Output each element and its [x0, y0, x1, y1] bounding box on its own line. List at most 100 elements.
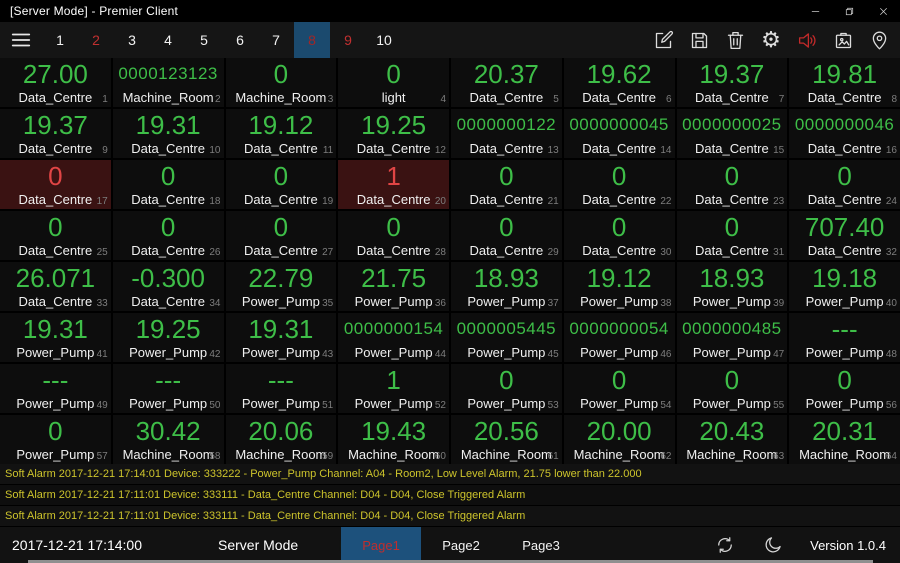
alarm-row-2[interactable]: Soft Alarm 2017-12-21 17:11:01 Device: 3… [0, 485, 900, 506]
trash-icon[interactable] [724, 29, 746, 51]
minimize-button[interactable] [798, 0, 832, 22]
grid-cell-61[interactable]: 20.56 Machine_Room 61 [451, 415, 562, 464]
location-icon[interactable] [868, 29, 890, 51]
grid-cell-43[interactable]: 19.31 Power_Pump 43 [225, 313, 337, 362]
alarm-row-3[interactable]: Soft Alarm 2017-12-21 17:11:01 Device: 3… [0, 506, 900, 527]
cell-index: 18 [209, 196, 221, 207]
grid-cell-46[interactable]: 0000000054 Power_Pump 46 [563, 313, 675, 362]
grid-cell-7[interactable]: 19.37 Data_Centre 7 [676, 58, 788, 107]
nav-page-1[interactable]: 1 [42, 22, 78, 58]
grid-cell-31[interactable]: 0 Data_Centre 31 [676, 211, 788, 260]
cell-footer: Power_Pump 52 [338, 395, 449, 412]
grid-cell-55[interactable]: 0 Power_Pump 55 [676, 364, 788, 413]
grid-cell-57[interactable]: 0 Power_Pump 57 [0, 415, 111, 464]
grid-cell-33[interactable]: 26.071 Data_Centre 33 [0, 262, 111, 311]
close-button[interactable] [866, 0, 900, 22]
grid-cell-62[interactable]: 20.00 Machine_Room 62 [563, 415, 675, 464]
tab-page3[interactable]: Page3 [501, 527, 581, 563]
grid-cell-54[interactable]: 0 Power_Pump 54 [563, 364, 675, 413]
grid-cell-32[interactable]: 707.40 Data_Centre 32 [789, 211, 900, 260]
grid-cell-5[interactable]: 20.37 Data_Centre 5 [451, 58, 562, 107]
grid-cell-60[interactable]: 19.43 Machine_Room 60 [338, 415, 449, 464]
grid-cell-35[interactable]: 22.79 Power_Pump 35 [225, 262, 337, 311]
grid-cell-25[interactable]: 0 Data_Centre 25 [0, 211, 111, 260]
grid-cell-53[interactable]: 0 Power_Pump 53 [451, 364, 562, 413]
grid-cell-36[interactable]: 21.75 Power_Pump 36 [338, 262, 449, 311]
sync-button[interactable] [714, 534, 736, 556]
grid-cell-45[interactable]: 0000005445 Power_Pump 45 [451, 313, 562, 362]
grid-cell-56[interactable]: 0 Power_Pump 56 [789, 364, 900, 413]
edit-icon[interactable] [652, 29, 674, 51]
nav-page-7[interactable]: 7 [258, 22, 294, 58]
grid-cell-47[interactable]: 0000000485 Power_Pump 47 [676, 313, 788, 362]
grid-cell-24[interactable]: 0 Data_Centre 24 [789, 160, 900, 209]
grid-cell-20[interactable]: 1 Data_Centre 20 [338, 160, 449, 209]
grid-cell-39[interactable]: 18.93 Power_Pump 39 [676, 262, 788, 311]
grid-cell-49[interactable]: --- Power_Pump 49 [0, 364, 111, 413]
grid-cell-29[interactable]: 0 Data_Centre 29 [451, 211, 562, 260]
grid-cell-13[interactable]: 0000000122 Data_Centre 13 [451, 109, 562, 158]
grid-cell-59[interactable]: 20.06 Machine_Room 59 [225, 415, 337, 464]
grid-cell-50[interactable]: --- Power_Pump 50 [112, 364, 224, 413]
nav-page-9[interactable]: 9 [330, 22, 366, 58]
cell-value: 0 [273, 212, 289, 242]
grid-cell-63[interactable]: 20.43 Machine_Room 63 [676, 415, 788, 464]
grid-cell-34[interactable]: -0.300 Data_Centre 34 [112, 262, 224, 311]
cell-label: Machine_Room [686, 447, 778, 462]
cell-footer: Data_Centre 23 [677, 191, 788, 208]
nav-page-8[interactable]: 8 [294, 22, 330, 58]
grid-cell-27[interactable]: 0 Data_Centre 27 [225, 211, 337, 260]
grid-cell-38[interactable]: 19.12 Power_Pump 38 [563, 262, 675, 311]
menu-button[interactable] [0, 22, 42, 58]
tab-page1[interactable]: Page1 [341, 527, 421, 563]
grid-cell-64[interactable]: 20.31 Machine_Room 64 [789, 415, 900, 464]
grid-cell-8[interactable]: 19.81 Data_Centre 8 [789, 58, 900, 107]
grid-cell-48[interactable]: --- Power_Pump 48 [789, 313, 900, 362]
speaker-icon[interactable] [796, 29, 818, 51]
nav-page-4[interactable]: 4 [150, 22, 186, 58]
grid-cell-3[interactable]: 0 Machine_Room 3 [225, 58, 337, 107]
grid-cell-52[interactable]: 1 Power_Pump 52 [338, 364, 449, 413]
grid-cell-14[interactable]: 0000000045 Data_Centre 14 [563, 109, 675, 158]
grid-cell-11[interactable]: 19.12 Data_Centre 11 [225, 109, 337, 158]
grid-cell-58[interactable]: 30.42 Machine_Room 58 [112, 415, 224, 464]
grid-cell-10[interactable]: 19.31 Data_Centre 10 [112, 109, 224, 158]
grid-cell-22[interactable]: 0 Data_Centre 22 [563, 160, 675, 209]
nav-page-10[interactable]: 10 [366, 22, 402, 58]
grid-cell-37[interactable]: 18.93 Power_Pump 37 [451, 262, 562, 311]
grid-cell-9[interactable]: 19.37 Data_Centre 9 [0, 109, 111, 158]
nav-page-3[interactable]: 3 [114, 22, 150, 58]
grid-cell-44[interactable]: 0000000154 Power_Pump 44 [338, 313, 449, 362]
grid-cell-41[interactable]: 19.31 Power_Pump 41 [0, 313, 111, 362]
image-box-icon[interactable] [832, 29, 854, 51]
grid-cell-16[interactable]: 0000000046 Data_Centre 16 [789, 109, 900, 158]
save-icon[interactable] [688, 29, 710, 51]
nav-page-5[interactable]: 5 [186, 22, 222, 58]
grid-cell-1[interactable]: 27.00 Data_Centre 1 [0, 58, 111, 107]
grid-cell-26[interactable]: 0 Data_Centre 26 [112, 211, 224, 260]
grid-cell-2[interactable]: 0000123123 Machine_Room 2 [112, 58, 224, 107]
cell-label: Data_Centre [807, 243, 882, 258]
grid-cell-17[interactable]: 0 Data_Centre 17 [0, 160, 111, 209]
grid-cell-51[interactable]: --- Power_Pump 51 [225, 364, 337, 413]
grid-cell-42[interactable]: 19.25 Power_Pump 42 [112, 313, 224, 362]
nav-page-6[interactable]: 6 [222, 22, 258, 58]
grid-cell-30[interactable]: 0 Data_Centre 30 [563, 211, 675, 260]
nav-page-2[interactable]: 2 [78, 22, 114, 58]
cell-footer: Power_Pump 54 [564, 395, 675, 412]
night-mode-button[interactable] [762, 534, 784, 556]
settings-icon[interactable]: ⚙ [760, 29, 782, 51]
grid-cell-19[interactable]: 0 Data_Centre 19 [225, 160, 337, 209]
grid-cell-12[interactable]: 19.25 Data_Centre 12 [338, 109, 449, 158]
grid-cell-18[interactable]: 0 Data_Centre 18 [112, 160, 224, 209]
tab-page2[interactable]: Page2 [421, 527, 501, 563]
grid-cell-15[interactable]: 0000000025 Data_Centre 15 [676, 109, 788, 158]
alarm-row-1[interactable]: Soft Alarm 2017-12-21 17:14:01 Device: 3… [0, 464, 900, 485]
grid-cell-40[interactable]: 19.18 Power_Pump 40 [789, 262, 900, 311]
restore-button[interactable] [832, 0, 866, 22]
grid-cell-28[interactable]: 0 Data_Centre 28 [338, 211, 449, 260]
grid-cell-21[interactable]: 0 Data_Centre 21 [451, 160, 562, 209]
grid-cell-6[interactable]: 19.62 Data_Centre 6 [563, 58, 675, 107]
grid-cell-4[interactable]: 0 light 4 [338, 58, 449, 107]
grid-cell-23[interactable]: 0 Data_Centre 23 [676, 160, 788, 209]
